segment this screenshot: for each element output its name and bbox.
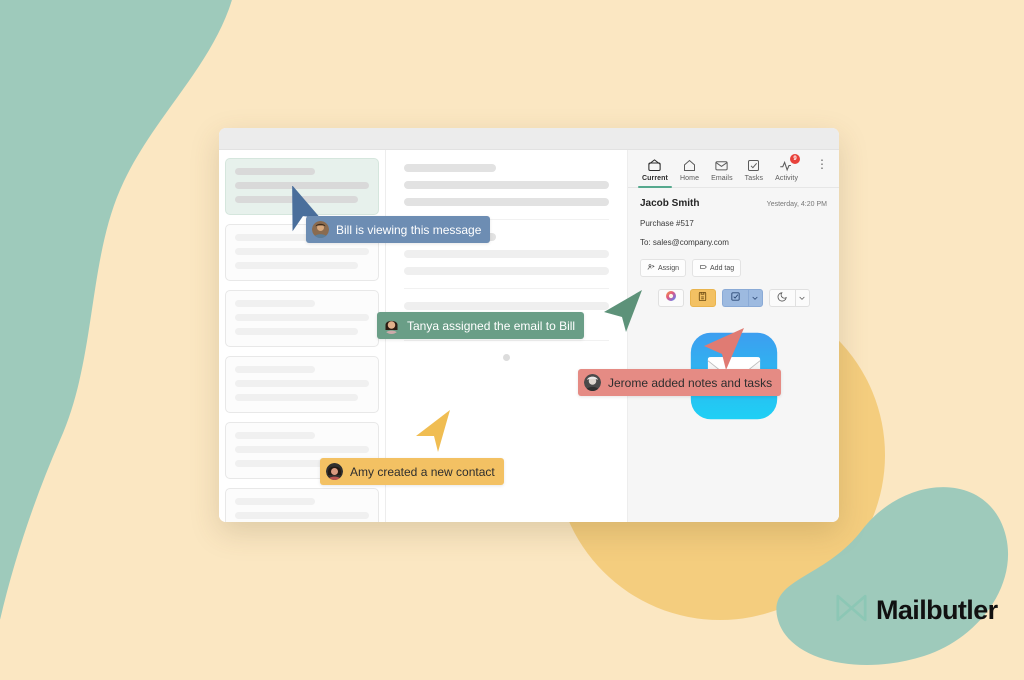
- snooze-dropdown-button[interactable]: [794, 289, 810, 307]
- callout-text: Bill is viewing this message: [336, 222, 482, 237]
- assign-label: Assign: [658, 264, 680, 272]
- placeholder-line: [235, 432, 316, 439]
- list-item[interactable]: [225, 290, 379, 347]
- task-dropdown-button[interactable]: [747, 289, 763, 307]
- home-icon: [682, 158, 697, 173]
- sender-row: Jacob Smith Yesterday, 4:20 PM: [640, 198, 827, 209]
- placeholder-line: [235, 300, 316, 307]
- callout-bill[interactable]: Bill is viewing this message: [306, 216, 491, 243]
- add-tag-button[interactable]: Add tag: [692, 259, 742, 277]
- message-subject: Purchase #517: [640, 219, 694, 228]
- tab-current[interactable]: Current: [636, 156, 674, 188]
- callout-tanya[interactable]: Tanya assigned the email to Bill: [377, 312, 585, 339]
- tab-tasks[interactable]: Tasks: [739, 156, 769, 187]
- window-titlebar: [219, 128, 839, 150]
- placeholder-line: [235, 380, 369, 387]
- assign-person-icon: [647, 263, 655, 273]
- pagination-dot[interactable]: [503, 354, 510, 361]
- bill-avatar: [312, 221, 329, 238]
- tab-emails[interactable]: Emails: [705, 156, 739, 187]
- placeholder-line: [404, 267, 609, 275]
- task-button-group: [721, 289, 763, 307]
- tab-label: Emails: [711, 175, 733, 182]
- task-check-icon: [730, 289, 741, 307]
- chevron-down-icon: [751, 289, 759, 307]
- contact-button[interactable]: [657, 289, 684, 307]
- placeholder-line: [235, 168, 316, 175]
- sidebar-tool-row: [640, 289, 827, 307]
- tab-label: Tasks: [744, 175, 764, 182]
- assign-button[interactable]: Assign: [640, 259, 687, 277]
- tanya-avatar: [383, 317, 400, 334]
- placeholder-line: [235, 262, 359, 269]
- placeholder-line: [404, 302, 609, 310]
- moon-icon: [777, 289, 788, 307]
- placeholder-line: [235, 446, 369, 453]
- sidebar-tabs: Current Home Emails Tasks 9 Activity ⋮: [628, 150, 839, 188]
- chevron-down-icon: [798, 289, 806, 307]
- placeholder-line: [235, 366, 316, 373]
- tab-home[interactable]: Home: [674, 156, 705, 187]
- open-envelope-icon: [647, 158, 662, 173]
- checkbox-icon: [746, 158, 761, 173]
- placeholder-line: [235, 512, 369, 519]
- add-tag-label: Add tag: [710, 264, 735, 272]
- tag-icon: [699, 263, 707, 273]
- placeholder-line: [404, 250, 609, 258]
- callout-text: Amy created a new contact: [350, 464, 495, 479]
- task-button[interactable]: [721, 289, 748, 307]
- placeholder-line: [235, 248, 369, 255]
- placeholder-line: [404, 181, 609, 189]
- placeholder-line: [404, 198, 609, 206]
- callout-text: Tanya assigned the email to Bill: [407, 318, 576, 333]
- placeholder-line: [404, 164, 497, 172]
- red-cursor: [704, 328, 744, 370]
- contact-circle-icon: [665, 289, 677, 307]
- placeholder-line: [235, 498, 316, 505]
- message-recipient: To: sales@company.com: [640, 238, 729, 247]
- list-item[interactable]: [225, 488, 379, 522]
- message-block: [404, 164, 609, 220]
- list-item[interactable]: [225, 356, 379, 413]
- tab-label: Home: [679, 175, 700, 182]
- activity-badge: 9: [790, 154, 801, 164]
- message-timestamp: Yesterday, 4:20 PM: [766, 201, 827, 208]
- callout-text: Jerome added notes and tasks: [608, 375, 773, 390]
- green-cursor: [604, 290, 642, 332]
- yellow-cursor: [416, 410, 450, 452]
- placeholder-line: [235, 328, 359, 335]
- amy-avatar: [326, 463, 343, 480]
- pulse-icon: 9: [779, 154, 801, 173]
- placeholder-line: [235, 314, 369, 321]
- snooze-button-group: [768, 289, 810, 307]
- sender-name: Jacob Smith: [640, 198, 700, 209]
- envelope-icon: [714, 158, 729, 173]
- callout-amy[interactable]: Amy created a new contact: [320, 458, 504, 485]
- brand-lockup: Mailbutler: [836, 594, 998, 627]
- tab-label: Activity: [775, 175, 799, 182]
- jerome-avatar: [584, 374, 601, 391]
- kebab-menu-icon[interactable]: ⋮: [816, 156, 833, 170]
- brand-name: Mailbutler: [876, 595, 998, 625]
- callout-jerome[interactable]: Jerome added notes and tasks: [578, 369, 782, 396]
- action-chip-row: Assign Add tag: [640, 259, 827, 277]
- note-button[interactable]: [689, 289, 716, 307]
- mailbutler-m-logo: [836, 594, 867, 627]
- placeholder-line: [235, 394, 359, 401]
- tab-activity[interactable]: 9 Activity: [769, 154, 804, 187]
- tab-label: Current: [642, 175, 668, 182]
- snooze-button[interactable]: [768, 289, 795, 307]
- note-icon: [697, 289, 708, 307]
